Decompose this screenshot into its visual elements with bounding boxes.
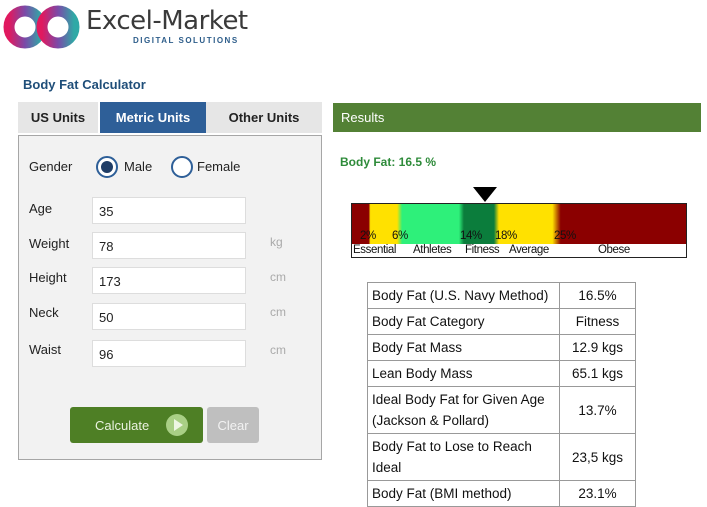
tab-us-units[interactable]: US Units	[18, 102, 98, 133]
table-row: Lean Body Mass 65.1 kgs	[367, 360, 636, 387]
female-radio[interactable]	[171, 156, 193, 178]
result-value: 13.7%	[559, 386, 636, 434]
gauge-tick: 14%	[460, 230, 482, 242]
weight-label: Weight	[29, 236, 70, 251]
weight-unit: kg	[270, 235, 283, 249]
play-icon	[166, 414, 188, 436]
result-value: 12.9 kgs	[559, 334, 636, 361]
table-row: Body Fat (BMI method) 23.1%	[367, 480, 636, 507]
neck-label: Neck	[29, 305, 59, 320]
result-value: 65.1 kgs	[559, 360, 636, 387]
table-row: Ideal Body Fat for Given Age (Jackson & …	[367, 386, 636, 434]
result-label: Ideal Body Fat for Given Age (Jackson & …	[367, 386, 560, 434]
calculate-button[interactable]: Calculate	[70, 407, 203, 443]
clear-button[interactable]: Clear	[207, 407, 259, 443]
result-value: 16.5%	[559, 282, 636, 309]
calculate-label: Calculate	[95, 417, 150, 433]
gauge-pointer-icon	[473, 187, 497, 202]
gauge-category: Athletes	[413, 244, 452, 256]
gauge-category: Fitness	[465, 244, 500, 256]
weight-input[interactable]: 78	[92, 232, 246, 259]
result-label: Body Fat (U.S. Navy Method)	[367, 282, 560, 309]
waist-unit: cm	[270, 343, 286, 357]
table-row: Body Fat Category Fitness	[367, 308, 636, 335]
waist-label: Waist	[29, 342, 62, 357]
result-label: Body Fat Mass	[367, 334, 560, 361]
table-row: Body Fat (U.S. Navy Method) 16.5%	[367, 282, 636, 309]
results-table: Body Fat (U.S. Navy Method) 16.5% Body Fa…	[367, 282, 636, 507]
height-unit: cm	[270, 270, 286, 284]
result-label: Body Fat to Lose to Reach Ideal	[367, 433, 560, 481]
age-input[interactable]: 35	[92, 197, 246, 224]
height-input[interactable]: 173	[92, 267, 246, 294]
age-label: Age	[29, 201, 53, 216]
result-value: 23.1%	[559, 480, 636, 507]
result-value: Fitness	[559, 308, 636, 335]
gauge-tick: 6%	[392, 230, 408, 242]
tab-metric-units[interactable]: Metric Units	[100, 102, 206, 133]
table-row: Body Fat Mass 12.9 kgs	[367, 334, 636, 361]
logo-tagline: DIGITAL SOLUTIONS	[133, 36, 239, 45]
infinity-logo-icon	[3, 5, 80, 49]
result-label: Lean Body Mass	[367, 360, 560, 387]
page-title: Body Fat Calculator	[23, 77, 146, 92]
neck-unit: cm	[270, 305, 286, 319]
neck-input[interactable]: 50	[92, 303, 246, 330]
body-fat-result: Body Fat: 16.5 %	[340, 155, 437, 169]
table-row: Body Fat to Lose to Reach Ideal 23,5 kgs	[367, 433, 636, 481]
logo	[3, 2, 81, 52]
gauge-category: Average	[509, 244, 549, 256]
waist-input[interactable]: 96	[92, 340, 246, 367]
male-radio[interactable]	[96, 156, 118, 178]
logo-name: Excel-Market	[86, 6, 248, 36]
height-label: Height	[29, 270, 67, 285]
body-fat-gauge: 2% 6% 14% 18% 25% Essential Athletes Fit…	[351, 203, 687, 258]
gauge-tick: 25%	[554, 230, 576, 242]
gauge-category: Obese	[598, 244, 630, 256]
result-value: 23,5 kgs	[559, 433, 636, 481]
gauge-tick: 18%	[495, 230, 517, 242]
gauge-category: Essential	[353, 244, 397, 256]
result-label: Body Fat Category	[367, 308, 560, 335]
male-label[interactable]: Male	[124, 159, 152, 174]
gauge-tick: 2%	[360, 230, 376, 242]
result-label: Body Fat (BMI method)	[367, 480, 560, 507]
tab-other-units[interactable]: Other Units	[206, 102, 322, 133]
gender-label: Gender	[29, 159, 73, 174]
female-label[interactable]: Female	[197, 159, 240, 174]
results-header: Results	[333, 103, 701, 132]
